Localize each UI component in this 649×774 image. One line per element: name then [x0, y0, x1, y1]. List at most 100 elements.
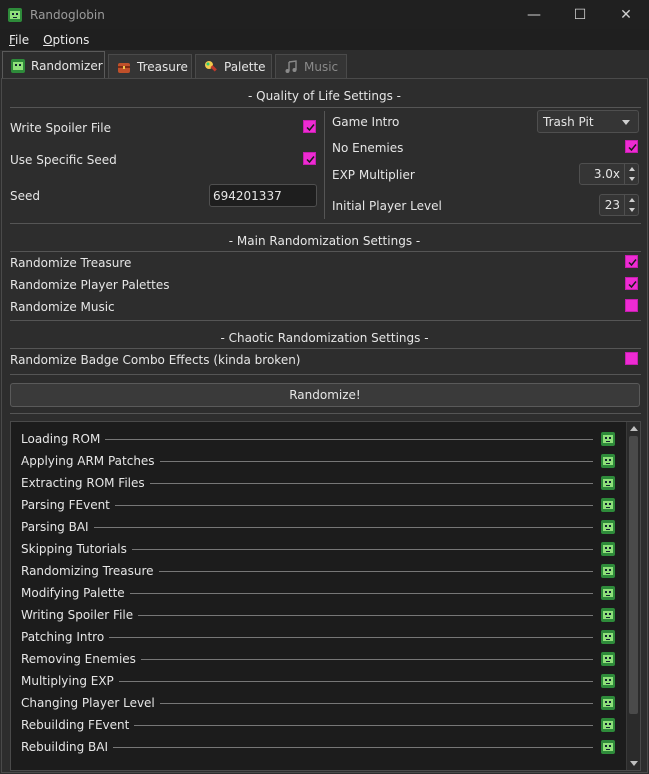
leader-line	[149, 482, 593, 484]
check-icon	[628, 144, 637, 152]
minimize-button[interactable]: —	[511, 0, 557, 29]
randomize-button[interactable]: Randomize!	[10, 383, 640, 407]
tab-music[interactable]: Music	[275, 54, 347, 78]
goblin-icon	[601, 630, 615, 644]
spin-up-icon[interactable]	[625, 164, 638, 174]
game-intro-value: Trash Pit	[543, 114, 594, 129]
log-step-label: Patching Intro	[21, 630, 105, 644]
spin-up-icon[interactable]	[625, 195, 638, 205]
scroll-down-icon[interactable]	[630, 761, 638, 766]
log-row: Modifying Palette	[21, 582, 615, 604]
tab-label: Treasure	[137, 59, 188, 74]
tab-treasure[interactable]: Treasure	[108, 54, 192, 78]
tab-randomizer[interactable]: Randomizer	[2, 51, 105, 79]
write-spoiler-label: Write Spoiler File	[10, 121, 111, 135]
tab-label: Music	[304, 59, 339, 74]
seed-input[interactable]: 694201337	[209, 184, 317, 207]
no-enemies-checkbox[interactable]	[625, 140, 638, 153]
log-row: Changing Player Level	[21, 692, 615, 714]
log-step-label: Multiplying EXP	[21, 674, 114, 688]
initial-level-label: Initial Player Level	[332, 199, 442, 213]
leader-line	[138, 614, 593, 616]
scroll-thumb[interactable]	[629, 436, 638, 714]
log-step-label: Loading ROM	[21, 432, 101, 446]
leader-line	[109, 636, 593, 638]
check-icon	[306, 124, 315, 132]
log-step-label: Rebuilding FEvent	[21, 718, 130, 732]
goblin-icon	[601, 718, 615, 732]
exp-multiplier-spinbox[interactable]: 3.0x	[579, 163, 639, 185]
maximize-button[interactable]: ☐	[557, 0, 603, 29]
randomize-music-checkbox[interactable]	[625, 299, 638, 312]
leader-line	[105, 438, 593, 440]
divider	[10, 223, 641, 224]
goblin-icon	[601, 608, 615, 622]
leader-line	[159, 702, 593, 704]
tab-bar: Randomizer Treasure Palette Music	[0, 50, 649, 79]
log-step-label: Writing Spoiler File	[21, 608, 134, 622]
use-seed-checkbox[interactable]	[303, 152, 316, 165]
spin-down-icon[interactable]	[625, 205, 638, 215]
close-button[interactable]: ✕	[603, 0, 649, 29]
treasure-chest-icon	[118, 62, 130, 73]
menu-file[interactable]: File	[0, 33, 34, 47]
game-intro-select[interactable]: Trash Pit	[537, 110, 639, 133]
goblin-icon	[601, 476, 615, 490]
badge-combo-checkbox[interactable]	[625, 352, 638, 365]
use-seed-label: Use Specific Seed	[10, 153, 117, 167]
goblin-icon	[11, 58, 25, 73]
check-icon	[628, 259, 637, 267]
log-step-label: Changing Player Level	[21, 696, 155, 710]
leader-line	[131, 548, 593, 550]
tab-label: Palette	[224, 59, 266, 74]
leader-line	[114, 504, 593, 506]
scroll-up-icon[interactable]	[630, 426, 638, 431]
randomize-palettes-label: Randomize Player Palettes	[10, 278, 170, 292]
log-row: Loading ROM	[21, 428, 615, 450]
log-row: Rebuilding FEvent	[21, 714, 615, 736]
write-spoiler-checkbox[interactable]	[303, 120, 316, 133]
log-row: Parsing FEvent	[21, 494, 615, 516]
tab-palette[interactable]: Palette	[195, 54, 272, 78]
randomize-palettes-checkbox[interactable]	[625, 277, 638, 290]
log-step-label: Skipping Tutorials	[21, 542, 127, 556]
main-section-title: - Main Randomization Settings -	[228, 234, 421, 248]
spin-down-icon[interactable]	[625, 174, 638, 184]
progress-log[interactable]: Loading ROM Applying ARM Patches Extractin…	[10, 421, 641, 771]
log-row: Skipping Tutorials	[21, 538, 615, 560]
leader-line	[118, 680, 593, 682]
goblin-icon	[8, 7, 22, 22]
log-row: Rebuilding BAI	[21, 736, 615, 758]
goblin-icon	[601, 520, 615, 534]
goblin-icon	[601, 586, 615, 600]
menu-options[interactable]: Options	[34, 33, 94, 47]
goblin-icon	[601, 564, 615, 578]
randomize-treasure-checkbox[interactable]	[625, 255, 638, 268]
divider	[10, 320, 641, 321]
title-bar: Randoglobin — ☐ ✕	[0, 0, 649, 29]
initial-level-value: 23	[604, 198, 620, 212]
chevron-down-icon	[622, 120, 630, 125]
goblin-icon	[601, 740, 615, 754]
log-row: Applying ARM Patches	[21, 450, 615, 472]
log-step-label: Removing Enemies	[21, 652, 136, 666]
leader-line	[129, 592, 593, 594]
log-scrollbar[interactable]	[626, 422, 640, 770]
menu-bar: File Options	[0, 29, 649, 50]
leader-line	[140, 658, 593, 660]
log-row: Removing Enemies	[21, 648, 615, 670]
exp-multiplier-label: EXP Multiplier	[332, 168, 415, 182]
divider	[10, 107, 641, 108]
window-title: Randoglobin	[30, 7, 105, 22]
no-enemies-label: No Enemies	[332, 141, 404, 155]
log-step-label: Parsing FEvent	[21, 498, 110, 512]
randomizer-panel: - Quality of Life Settings - Write Spoil…	[1, 78, 648, 773]
divider	[324, 111, 325, 219]
log-step-label: Randomizing Treasure	[21, 564, 154, 578]
goblin-icon	[601, 674, 615, 688]
log-step-label: Extracting ROM Files	[21, 476, 145, 490]
initial-level-spinbox[interactable]: 23	[599, 194, 639, 216]
log-row: Writing Spoiler File	[21, 604, 615, 626]
divider	[10, 413, 641, 414]
log-step-label: Modifying Palette	[21, 586, 125, 600]
